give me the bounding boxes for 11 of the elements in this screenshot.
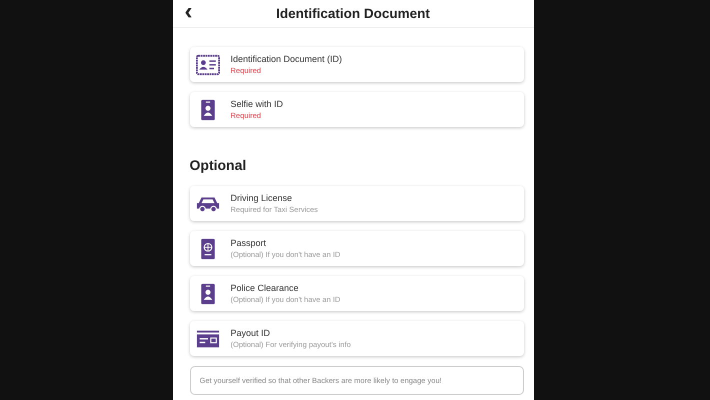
document-title: Driving License xyxy=(230,193,294,203)
document-title: Identification Document (ID) xyxy=(230,54,342,64)
document-title: Police Clearance xyxy=(230,283,300,293)
document-title: Passport xyxy=(230,238,268,248)
document-title: Selfie with ID xyxy=(230,99,284,109)
section-heading: Optional xyxy=(190,157,248,173)
document-title: Payout ID xyxy=(230,328,272,338)
id-card-icon xyxy=(196,54,220,76)
back-button[interactable]: ‹ xyxy=(178,1,198,23)
screen-title: Identification Document xyxy=(276,6,430,21)
payment-card-icon xyxy=(196,328,220,350)
